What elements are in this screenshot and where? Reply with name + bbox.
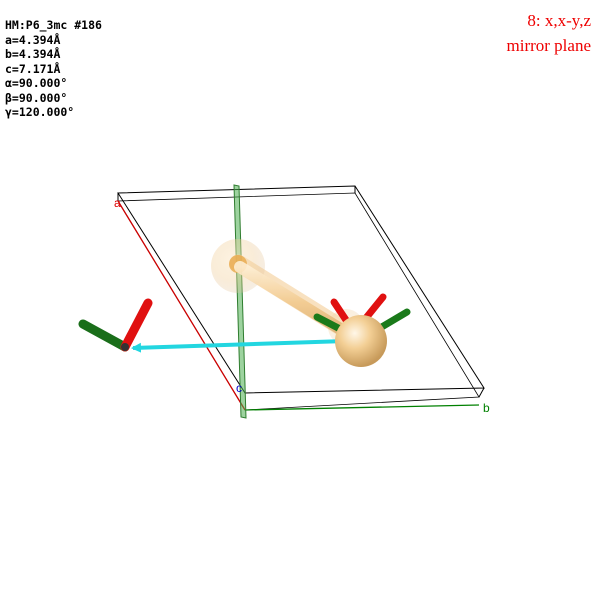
orientation-triad-icon [78, 298, 153, 352]
triad-a-stick [362, 293, 387, 322]
orientation-a-stick [120, 298, 153, 352]
axis-a-line [117, 200, 246, 411]
cell-edge [478, 387, 485, 398]
axis-b-line [244, 404, 480, 411]
axis-a-label: a [114, 196, 121, 210]
orientation-origin [121, 343, 129, 351]
triad-b-stick [376, 308, 411, 332]
cell-top-face [117, 185, 485, 394]
axis-c-label: c [236, 381, 242, 395]
axis-b-label: b [483, 401, 490, 415]
crystal-viewer-canvas[interactable]: a b c [0, 0, 600, 600]
orientation-b-stick [78, 319, 130, 352]
atom[interactable] [335, 315, 387, 367]
